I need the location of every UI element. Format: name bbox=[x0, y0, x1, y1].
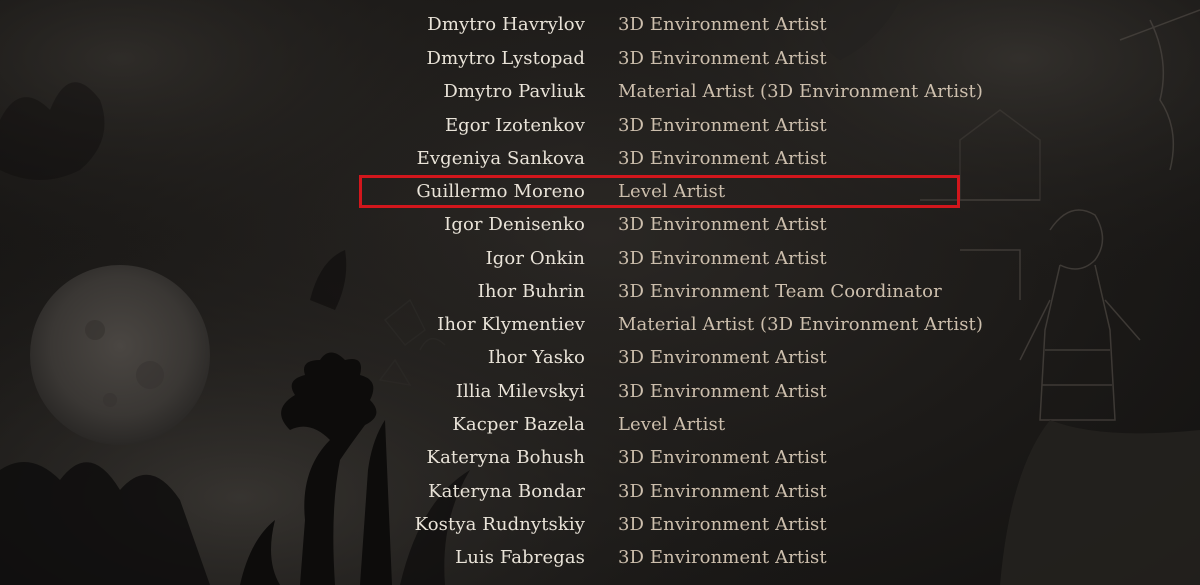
credit-row: Illia Milevskyi 3D Environment Artist bbox=[0, 377, 1200, 407]
credit-row: Igor Onkin 3D Environment Artist bbox=[0, 244, 1200, 274]
credit-name: Kostya Rudnytskiy bbox=[414, 514, 585, 535]
credit-name: Ihor Yasko bbox=[487, 347, 585, 368]
credit-name: Dmytro Pavliuk bbox=[443, 81, 585, 102]
credit-role: Level Artist bbox=[618, 414, 726, 435]
credit-role: 3D Environment Artist bbox=[618, 347, 827, 368]
credit-role: 3D Environment Artist bbox=[618, 514, 827, 535]
credit-row: Kostya Rudnytskiy 3D Environment Artist bbox=[0, 510, 1200, 540]
credit-role: Material Artist (3D Environment Artist) bbox=[618, 314, 983, 335]
credit-row: Kateryna Bondar 3D Environment Artist bbox=[0, 477, 1200, 507]
credit-name: Kateryna Bohush bbox=[426, 447, 585, 468]
credit-role: 3D Environment Artist bbox=[618, 48, 827, 69]
credit-name: Egor Izotenkov bbox=[444, 115, 585, 136]
credit-name: Igor Denisenko bbox=[444, 214, 585, 235]
credit-row: Kacper Bazela Level Artist bbox=[0, 410, 1200, 440]
credit-row: Kateryna Bohush 3D Environment Artist bbox=[0, 443, 1200, 473]
credit-role: 3D Environment Team Coordinator bbox=[618, 281, 942, 302]
credit-row: Ihor Yasko 3D Environment Artist bbox=[0, 343, 1200, 373]
credit-role: 3D Environment Artist bbox=[618, 115, 827, 136]
credit-name: Illia Milevskyi bbox=[455, 381, 585, 402]
credit-role: 3D Environment Artist bbox=[618, 547, 827, 568]
credit-role: 3D Environment Artist bbox=[618, 214, 827, 235]
credit-row: Ihor Buhrin 3D Environment Team Coordina… bbox=[0, 277, 1200, 307]
credit-row: Igor Denisenko 3D Environment Artist bbox=[0, 210, 1200, 240]
highlight-box bbox=[359, 175, 960, 208]
credit-name: Dmytro Havrylov bbox=[427, 14, 585, 35]
credit-row: Evgeniya Sankova 3D Environment Artist bbox=[0, 144, 1200, 174]
credit-role: Material Artist (3D Environment Artist) bbox=[618, 81, 983, 102]
credit-row: Luis Fabregas 3D Environment Artist bbox=[0, 543, 1200, 573]
credit-role: 3D Environment Artist bbox=[618, 248, 827, 269]
credit-row: Dmytro Lystopad 3D Environment Artist bbox=[0, 44, 1200, 74]
credit-name: Igor Onkin bbox=[485, 248, 585, 269]
credit-role: 3D Environment Artist bbox=[618, 481, 827, 502]
credit-row: Egor Izotenkov 3D Environment Artist bbox=[0, 111, 1200, 141]
credit-row: Dmytro Havrylov 3D Environment Artist bbox=[0, 10, 1200, 40]
credit-role: 3D Environment Artist bbox=[618, 148, 827, 169]
credit-role: 3D Environment Artist bbox=[618, 381, 827, 402]
credits-list: Dmytro Havrylov 3D Environment Artist Dm… bbox=[0, 0, 1200, 585]
credit-row: Dmytro Pavliuk Material Artist (3D Envir… bbox=[0, 77, 1200, 107]
credit-name: Evgeniya Sankova bbox=[416, 148, 585, 169]
credits-screen: Dmytro Havrylov 3D Environment Artist Dm… bbox=[0, 0, 1200, 585]
credit-name: Kateryna Bondar bbox=[428, 481, 585, 502]
credit-name: Kacper Bazela bbox=[452, 414, 585, 435]
credit-name: Ihor Klymentiev bbox=[437, 314, 585, 335]
credit-role: 3D Environment Artist bbox=[618, 14, 827, 35]
credit-name: Luis Fabregas bbox=[455, 547, 585, 568]
credit-name: Dmytro Lystopad bbox=[426, 48, 585, 69]
credit-name: Ihor Buhrin bbox=[477, 281, 585, 302]
credit-role: 3D Environment Artist bbox=[618, 447, 827, 468]
credit-row: Ihor Klymentiev Material Artist (3D Envi… bbox=[0, 310, 1200, 340]
